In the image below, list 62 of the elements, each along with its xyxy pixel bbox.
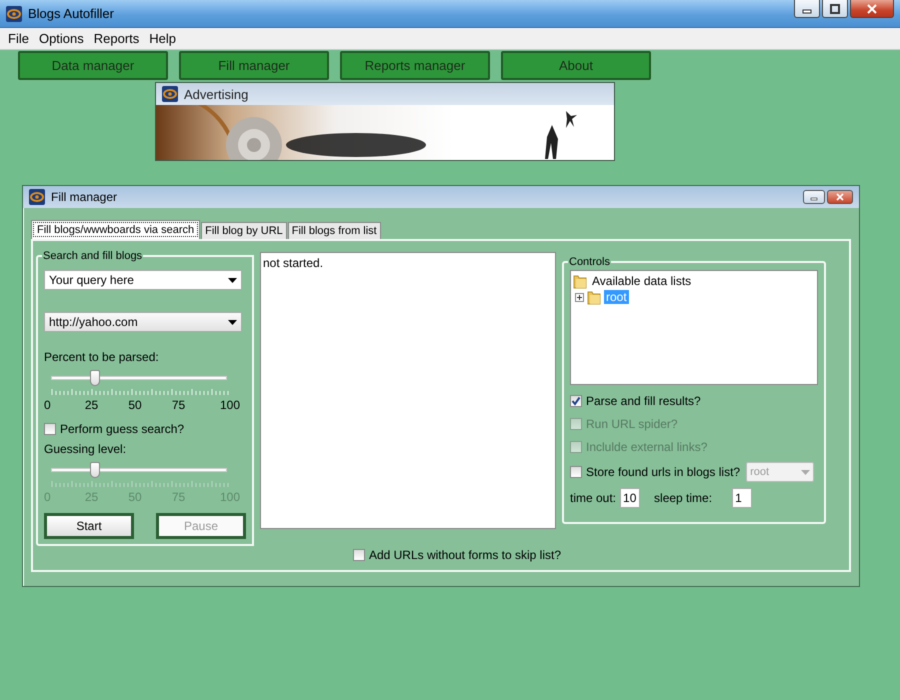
checkbox-label: Run URL spider?	[586, 417, 678, 431]
minimize-button[interactable]	[794, 0, 820, 18]
tab[interactable]: Fill blogs from list	[288, 222, 381, 239]
checkbox[interactable]	[570, 395, 582, 407]
checkbox[interactable]	[570, 466, 582, 478]
nav-button[interactable]: Data manager	[18, 51, 168, 80]
group-title: Search and fill blogs	[42, 250, 144, 262]
checkbox-label: Parse and fill results?	[586, 394, 701, 408]
checkbox-label: Add URLs without forms to skip list?	[368, 548, 562, 562]
slider-thumb[interactable]	[90, 370, 100, 386]
field-label: time out:	[570, 491, 616, 505]
checkbox-label: Perform guess search?	[60, 422, 184, 436]
window-title: Fill manager	[51, 190, 118, 204]
tree-item[interactable]: Available data lists	[590, 274, 694, 288]
close-button[interactable]	[827, 190, 853, 204]
close-button[interactable]	[850, 0, 894, 18]
slider-label: Percent to be parsed:	[44, 350, 160, 364]
app-icon	[162, 86, 178, 102]
slider[interactable]	[51, 462, 227, 478]
menu-item[interactable]: File	[8, 31, 29, 46]
window-title: Blogs Autofiller	[28, 6, 115, 21]
maximize-button[interactable]	[822, 0, 848, 18]
log-area: not started.	[260, 252, 556, 529]
close-icon	[867, 4, 877, 14]
menu-item[interactable]: Help	[149, 31, 176, 46]
nav-button[interactable]: Reports manager	[340, 51, 490, 80]
engine-dropdown[interactable]: http://yahoo.com	[44, 312, 242, 332]
nav-button[interactable]: Fill manager	[179, 51, 329, 80]
expand-icon[interactable]	[575, 292, 584, 302]
input-field[interactable]: 1	[732, 488, 752, 508]
slider-label: Guessing level:	[44, 442, 128, 456]
app-icon	[6, 6, 22, 22]
tick-label: 0	[44, 398, 52, 412]
tick-label: 25	[84, 398, 100, 412]
group-title: Controls	[568, 256, 611, 268]
caret-icon	[228, 320, 237, 324]
field-label: sleep time:	[654, 491, 712, 505]
start-button[interactable]: Start	[44, 513, 134, 539]
close-icon	[836, 193, 844, 201]
caret-icon	[801, 470, 810, 474]
checkbox[interactable]	[352, 549, 365, 561]
window-title: Advertising	[184, 86, 248, 102]
folder-icon	[573, 274, 587, 288]
menu-item[interactable]: Options	[38, 31, 84, 46]
checkbox-label: Inclulde external links?	[586, 440, 708, 454]
checkbox-label: Store found urls in blogs list?	[586, 465, 740, 479]
nav-button[interactable]: About	[501, 51, 651, 80]
menu-item[interactable]: Reports	[94, 31, 140, 46]
tab[interactable]: Fill blog by URL	[201, 222, 287, 239]
minimize-button[interactable]	[803, 190, 825, 204]
checkbox[interactable]	[44, 423, 56, 435]
tick-label: 100	[218, 398, 240, 412]
maximize-icon	[830, 4, 840, 14]
caret-icon	[228, 278, 237, 282]
tick-label: 50	[127, 398, 143, 412]
slider[interactable]	[51, 370, 227, 386]
tab[interactable]: Fill blogs/wwwboards via search	[31, 220, 200, 239]
folder-icon	[587, 290, 601, 304]
query-field[interactable]: Your query here	[44, 270, 242, 290]
input-field[interactable]: 10	[620, 488, 640, 508]
app-icon	[29, 189, 45, 205]
tick-label: 75	[170, 398, 186, 412]
